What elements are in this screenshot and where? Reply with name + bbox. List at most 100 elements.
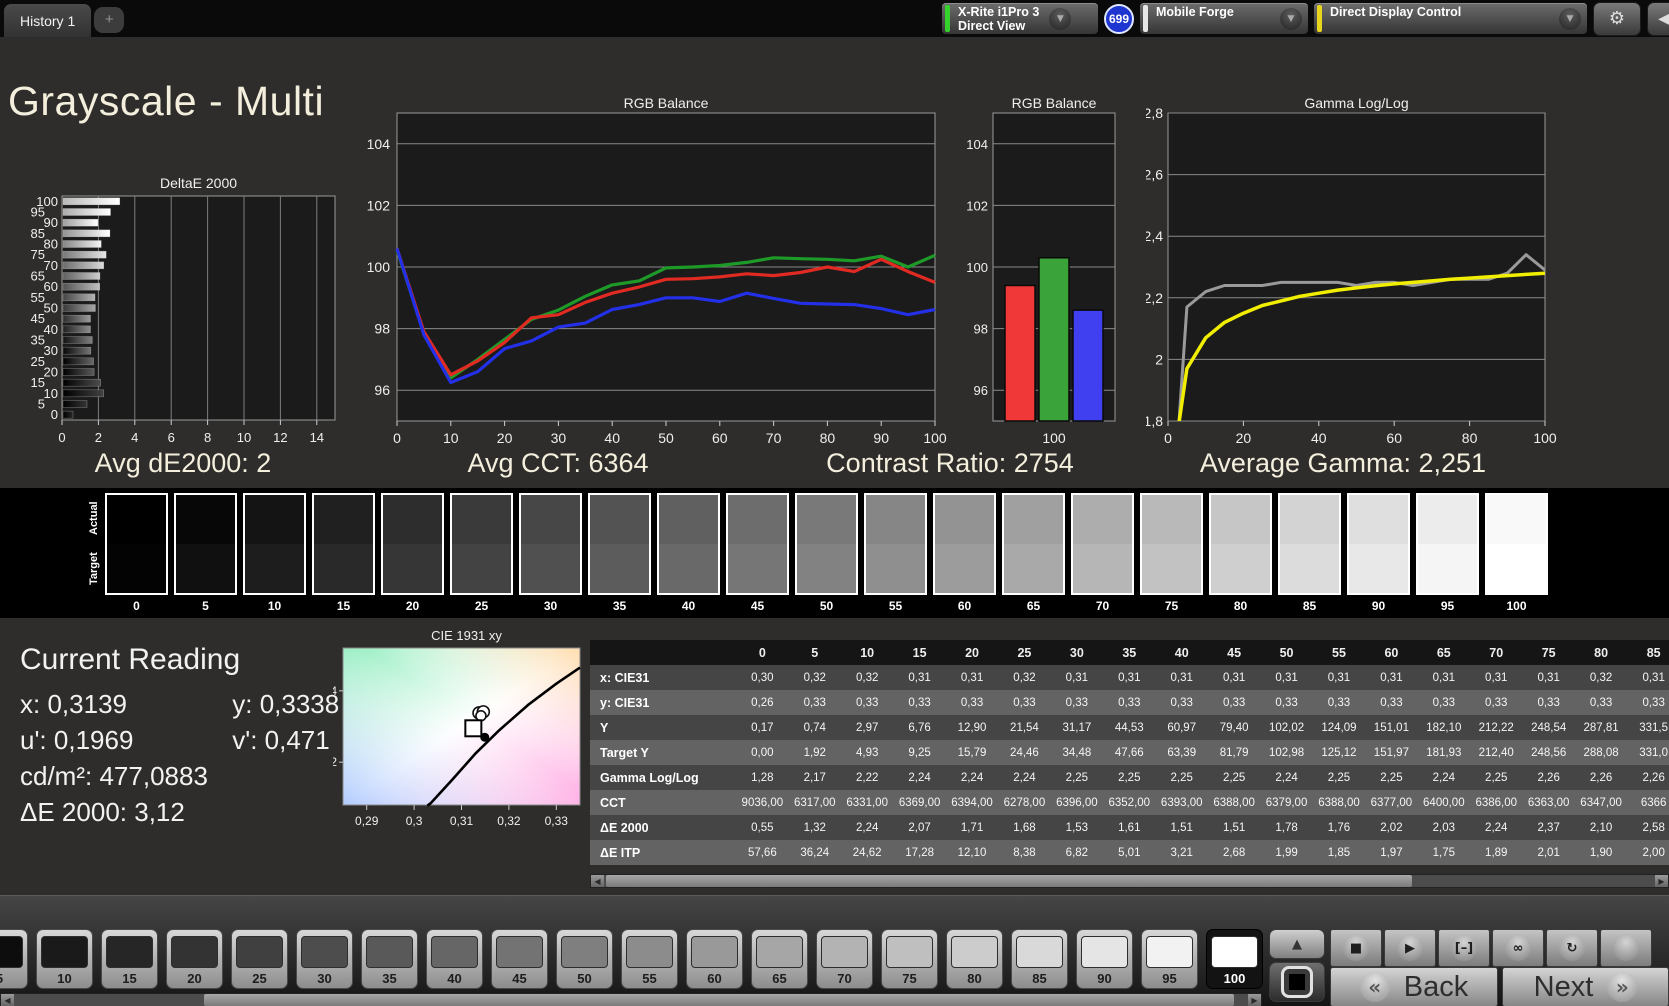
- svg-text:0: 0: [51, 407, 58, 422]
- chevron-down-icon: ▼: [1049, 7, 1072, 30]
- gray-swatch: 5: [174, 493, 237, 613]
- svg-text:100: 100: [367, 259, 391, 275]
- settings-button[interactable]: ⚙: [1593, 1, 1641, 36]
- svg-text:104: 104: [367, 136, 391, 152]
- patch-swatch: [0, 936, 23, 968]
- swatch-label: 55: [888, 599, 903, 613]
- stop-button[interactable]: ■: [1330, 929, 1382, 967]
- patch-swatch: [301, 936, 348, 968]
- table-row: Target Y 0,00 1,92 4,93 9,25 15,79 24,46 34,48 4…: [590, 740, 1669, 765]
- scroll-right-icon[interactable]: ▶: [1248, 994, 1261, 1006]
- workflow-dropdown[interactable]: Mobile Forge ▼: [1140, 3, 1308, 34]
- svg-text:2,6: 2,6: [1146, 167, 1163, 183]
- swatch-label: 85: [1302, 599, 1317, 613]
- workflow-label: Mobile Forge: [1156, 5, 1234, 19]
- top-bar: History 1 + X-Rite i1Pro 3 Direct View ▼…: [0, 0, 1669, 37]
- swatch-label: 90: [1371, 599, 1386, 613]
- patch-button-75[interactable]: 75: [881, 929, 938, 989]
- patch-button-20[interactable]: 20: [166, 929, 223, 989]
- grayscale-strip: Actual Target 0 5 10 15 20 25 30 35 40 45 50 55 60 65…: [0, 488, 1669, 618]
- scrollbar-thumb[interactable]: [204, 994, 1234, 1006]
- next-button[interactable]: Next »: [1502, 967, 1669, 1006]
- patch-label: 5: [0, 971, 3, 986]
- gray-swatch: 35: [588, 493, 651, 613]
- record-button[interactable]: [1600, 929, 1652, 967]
- table-scrollbar[interactable]: ◀ ▶: [590, 874, 1669, 888]
- svg-text:0,31: 0,31: [450, 814, 474, 828]
- collapse-panel-button[interactable]: ◀: [1647, 1, 1669, 36]
- patch-button-25[interactable]: 25: [231, 929, 288, 989]
- patch-swatch: [1146, 936, 1193, 968]
- patch-button-55[interactable]: 55: [621, 929, 678, 989]
- refresh-button[interactable]: ↻: [1546, 929, 1598, 967]
- scroll-right-icon[interactable]: ▶: [1655, 875, 1668, 887]
- svg-text:40: 40: [604, 430, 620, 446]
- svg-text:10: 10: [44, 386, 58, 401]
- swatch-label: 20: [405, 599, 420, 613]
- device-dropdown[interactable]: Direct Display Control ▼: [1314, 3, 1587, 34]
- patch-label: 35: [382, 971, 397, 986]
- patch-swatch: [821, 936, 868, 968]
- patch-button-15[interactable]: 15: [101, 929, 158, 989]
- patch-button-65[interactable]: 65: [751, 929, 808, 989]
- svg-text:60: 60: [44, 279, 58, 294]
- swatch-label: 95: [1440, 599, 1455, 613]
- svg-text:96: 96: [374, 382, 390, 398]
- patch-button-35[interactable]: 35: [361, 929, 418, 989]
- patch-button-40[interactable]: 40: [426, 929, 483, 989]
- patch-button-80[interactable]: 80: [946, 929, 1003, 989]
- patch-button-5[interactable]: 5: [0, 929, 28, 989]
- gray-swatch: 20: [381, 493, 444, 613]
- svg-text:14: 14: [310, 430, 324, 444]
- patch-button-45[interactable]: 45: [491, 929, 548, 989]
- patch-panel-up-button[interactable]: ▲: [1269, 929, 1325, 959]
- patch-swatch: [366, 936, 413, 968]
- actual-label: Actual: [88, 501, 100, 535]
- toolbar-scrollbar[interactable]: ◀ ▶: [0, 993, 1262, 1006]
- patch-button-50[interactable]: 50: [556, 929, 613, 989]
- svg-text:80: 80: [820, 430, 836, 446]
- swatch-label: 70: [1095, 599, 1110, 613]
- gray-swatch: 80: [1209, 493, 1272, 613]
- scroll-left-icon[interactable]: ◀: [591, 875, 604, 887]
- scroll-left-icon[interactable]: ◀: [1, 994, 14, 1006]
- patch-button-70[interactable]: 70: [816, 929, 873, 989]
- patch-window-button[interactable]: [1269, 962, 1325, 1002]
- patch-label: 75: [902, 971, 917, 986]
- patch-button-100[interactable]: 100: [1206, 929, 1263, 989]
- add-tab-button[interactable]: +: [94, 6, 125, 33]
- loop-infinite-icon: ∞: [1505, 935, 1531, 961]
- meter-dropdown[interactable]: X-Rite i1Pro 3 Direct View ▼: [942, 3, 1098, 34]
- patch-button-85[interactable]: 85: [1011, 929, 1068, 989]
- back-button[interactable]: « Back: [1330, 967, 1498, 1006]
- history-tab[interactable]: History 1: [4, 4, 92, 37]
- svg-text:96: 96: [974, 383, 988, 398]
- play-button[interactable]: ▶: [1384, 929, 1436, 967]
- meter-accent: [945, 5, 950, 32]
- patch-swatch: [1081, 936, 1128, 968]
- swatch-label: 35: [612, 599, 627, 613]
- gray-swatch: 60: [933, 493, 996, 613]
- swatch-label: 25: [474, 599, 489, 613]
- swatch-label: 5: [202, 599, 209, 613]
- svg-text:Gamma Log/Log: Gamma Log/Log: [1304, 95, 1408, 111]
- gray-swatch: 25: [450, 493, 513, 613]
- patch-button-95[interactable]: 95: [1141, 929, 1198, 989]
- patch-label: 85: [1032, 971, 1047, 986]
- patch-button-30[interactable]: 30: [296, 929, 353, 989]
- patch-button-10[interactable]: 10: [36, 929, 93, 989]
- swatch-label: 65: [1026, 599, 1041, 613]
- svg-text:40: 40: [44, 322, 58, 337]
- scrollbar-thumb[interactable]: [606, 875, 1412, 887]
- loop-infinite-button[interactable]: ∞: [1492, 929, 1544, 967]
- svg-text:100: 100: [1533, 430, 1557, 446]
- svg-text:2,2: 2,2: [1146, 290, 1163, 306]
- gray-swatch: 100: [1485, 493, 1548, 613]
- patch-label: 95: [1162, 971, 1177, 986]
- play-icon: ▶: [1397, 935, 1423, 961]
- patch-button-60[interactable]: 60: [686, 929, 743, 989]
- patch-button-90[interactable]: 90: [1076, 929, 1133, 989]
- svg-text:0,3: 0,3: [406, 814, 423, 828]
- step-measure-button[interactable]: [–]: [1438, 929, 1490, 967]
- stop-icon: ■: [1343, 935, 1369, 961]
